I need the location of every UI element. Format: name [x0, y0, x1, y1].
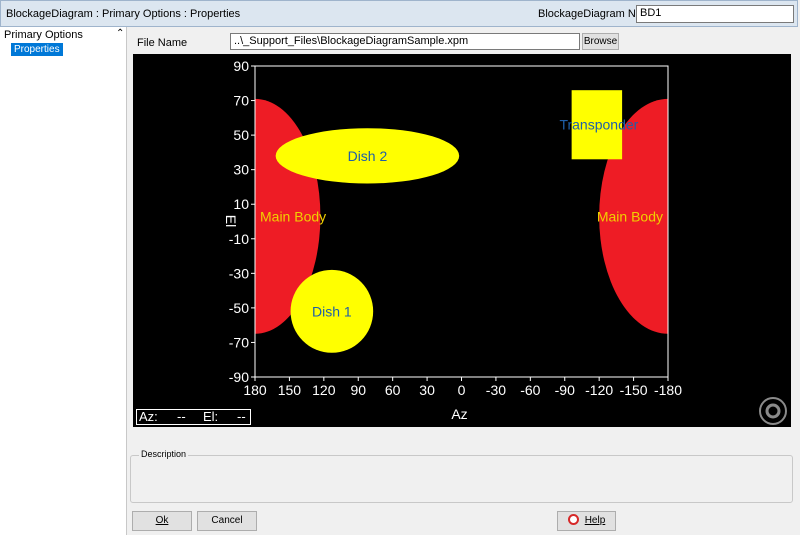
y-tick-label-8: -70 — [229, 334, 249, 350]
x-tick-label-1: 150 — [278, 382, 302, 398]
y-tick-label-1: 70 — [233, 93, 249, 109]
region-label-4: Transponder — [559, 117, 638, 133]
name-input[interactable]: BD1 — [636, 5, 794, 23]
x-tick-label-4: 60 — [385, 382, 401, 398]
y-tick-label-2: 50 — [233, 127, 249, 143]
x-tick-label-9: -90 — [555, 382, 575, 398]
blockage-chart[interactable]: 180 150 120 90 60 30 0 -30 -60 -90 -120 -150 -180907… — [133, 54, 791, 427]
y-tick-label-0: 90 — [233, 58, 249, 74]
collapse-chevron-icon[interactable]: ⌃ — [116, 28, 124, 39]
az-readout-value: -- — [177, 409, 186, 424]
description-label: Description — [139, 449, 189, 459]
title-bar: BlockageDiagram : Primary Options : Prop… — [0, 0, 798, 27]
cancel-button[interactable]: Cancel — [197, 511, 257, 531]
el-readout-value: -- — [237, 409, 246, 424]
y-tick-label-4: 10 — [233, 196, 249, 212]
sidebar: Primary Options ⌃ Properties — [0, 27, 127, 535]
sidebar-group-primary-options[interactable]: Primary Options — [4, 29, 83, 41]
el-readout-label: El: — [203, 409, 219, 424]
region-label-3: Dish 1 — [312, 303, 352, 319]
file-name-input[interactable]: ..\_Support_Files\BlockageDiagramSample.… — [230, 33, 580, 50]
x-tick-label-11: -150 — [620, 382, 648, 398]
sidebar-item-properties[interactable]: Properties — [11, 43, 63, 56]
lifebuoy-icon — [567, 514, 579, 525]
y-tick-label-5: -10 — [229, 231, 249, 247]
y-tick-label-3: 30 — [233, 162, 249, 178]
x-tick-label-10: -120 — [585, 382, 613, 398]
file-name-label: File Name — [137, 37, 188, 49]
main-panel: File Name ..\_Support_Files\BlockageDiag… — [127, 27, 800, 535]
x-axis-label: Az — [451, 406, 467, 422]
description-group[interactable]: Description — [130, 449, 793, 503]
logo-icon — [759, 397, 787, 425]
blockage-plot[interactable]: 180 150 120 90 60 30 0 -30 -60 -90 -120 -150 -180 90 7… — [133, 54, 791, 427]
region-label-0: Main Body — [260, 208, 326, 224]
x-tick-label-3: 90 — [350, 382, 366, 398]
y-tick-label-9: -90 — [229, 369, 249, 385]
ok-button-label: Ok — [155, 515, 169, 526]
browse-button[interactable]: Browse — [582, 33, 619, 50]
x-tick-label-7: -30 — [486, 382, 506, 398]
cursor-readout: Az: -- El: -- — [136, 409, 251, 425]
y-tick-label-6: -30 — [229, 265, 249, 281]
x-tick-label-2: 120 — [312, 382, 336, 398]
az-readout-label: Az: — [139, 409, 158, 424]
x-tick-label-6: 0 — [458, 382, 466, 398]
ok-button[interactable]: Ok — [132, 511, 192, 531]
x-tick-label-5: 30 — [419, 382, 435, 398]
cancel-button-label: Cancel — [211, 515, 243, 526]
help-button[interactable]: Help — [557, 511, 616, 531]
x-tick-label-12: -180 — [654, 382, 682, 398]
help-button-label: Help — [584, 515, 606, 526]
window-title: BlockageDiagram : Primary Options : Prop… — [6, 8, 241, 20]
y-tick-label-7: -50 — [229, 300, 249, 316]
x-tick-label-8: -60 — [520, 382, 540, 398]
y-axis-label: El — [223, 215, 239, 227]
region-label-1: Main Body — [597, 208, 663, 224]
region-label-2: Dish 2 — [348, 148, 388, 164]
